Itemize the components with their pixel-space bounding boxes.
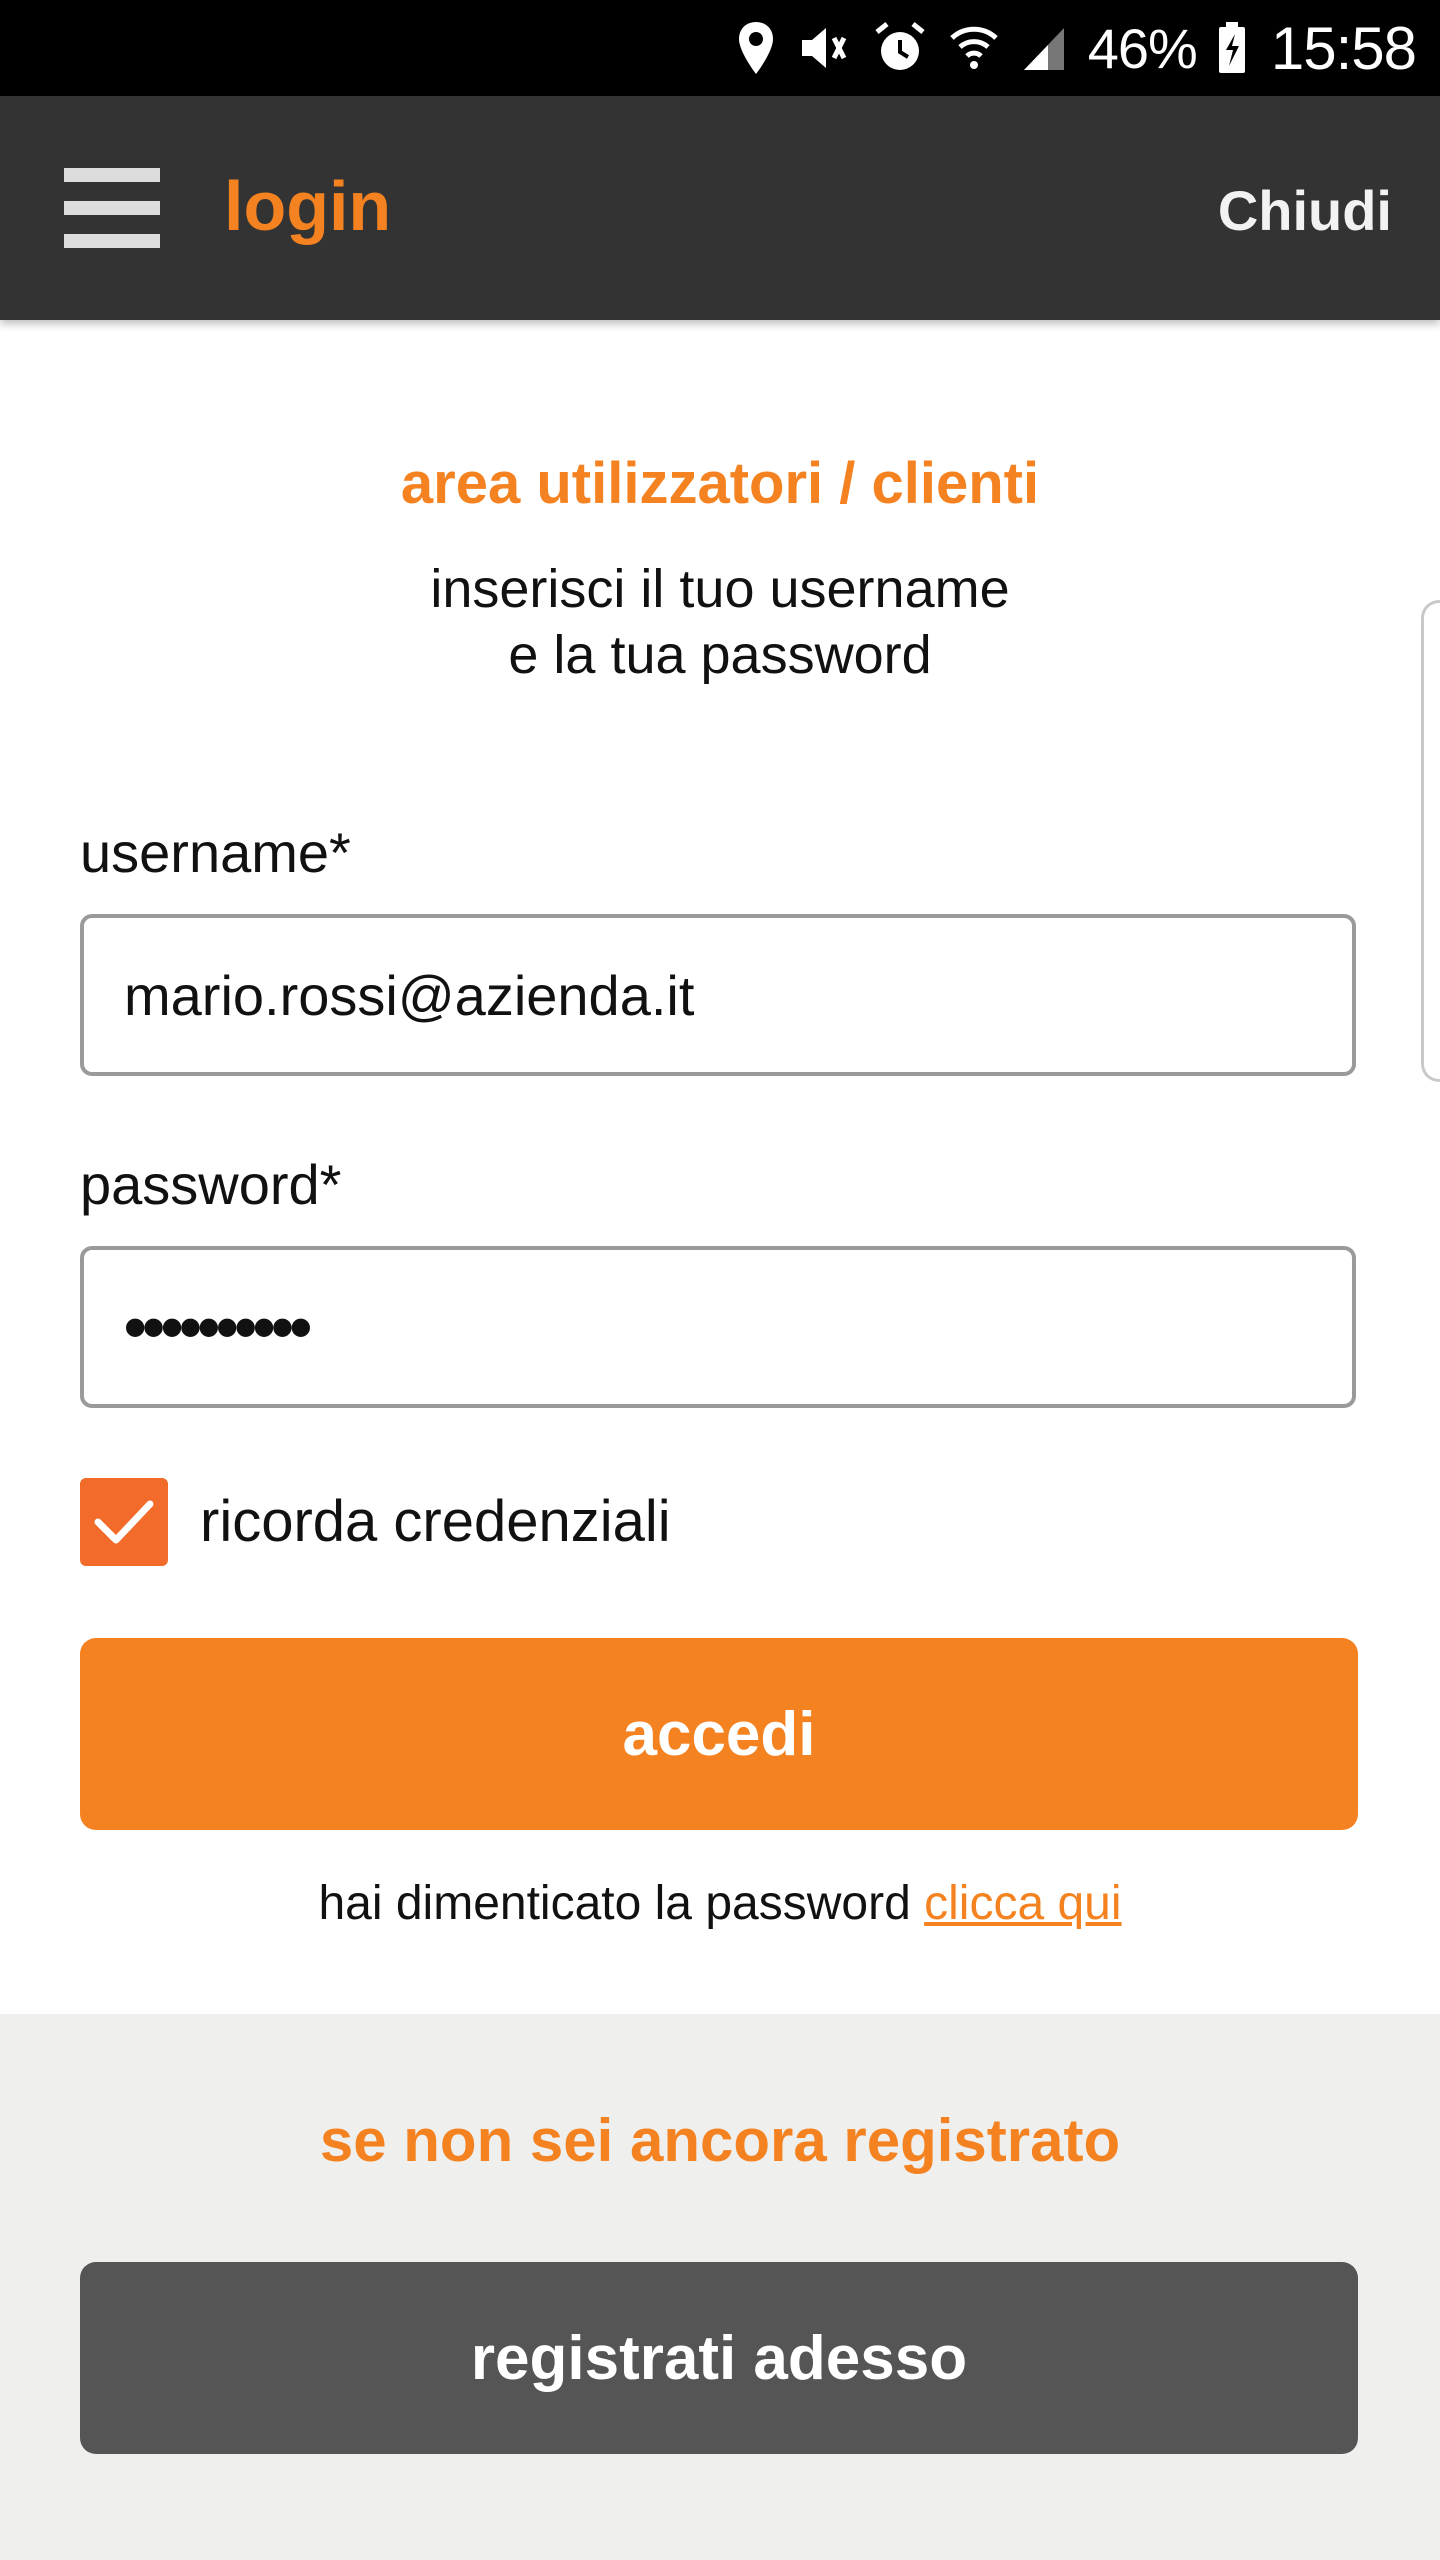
register-section: se non sei ancora registrato registrati … (0, 2014, 1440, 2560)
location-icon (736, 20, 776, 76)
username-label: username* (80, 821, 351, 884)
username-input[interactable]: mario.rossi@azienda.it (80, 914, 1356, 1076)
page-title: login (224, 167, 392, 245)
wifi-icon (948, 20, 1000, 76)
instructions-line-2: e la tua password (508, 625, 932, 685)
forgot-password-link[interactable]: clicca qui (924, 1877, 1121, 1930)
remember-label[interactable]: ricorda credenziali (200, 1488, 671, 1555)
checkmark-icon (94, 1500, 154, 1544)
register-button-label: registrati adesso (470, 2323, 968, 2393)
status-icons: 46% 15:58 (736, 0, 1417, 96)
instructions-line-1: inserisci il tuo username (430, 559, 1010, 619)
password-value: •••••••••• (124, 1291, 312, 1363)
username-value: mario.rossi@azienda.it (124, 963, 695, 1027)
alarm-icon (872, 20, 928, 76)
password-label: password* (80, 1153, 342, 1216)
app-bar: login Chiudi (0, 96, 1440, 320)
login-button[interactable]: accedi (80, 1638, 1358, 1830)
signal-icon (1020, 20, 1068, 76)
forgot-password-text: hai dimenticato la password (318, 1877, 911, 1930)
edge-panel-handle[interactable] (1421, 600, 1440, 1082)
battery-percentage: 46% (1087, 16, 1198, 80)
login-instructions: inserisci il tuo username e la tua passw… (0, 556, 1440, 688)
close-button[interactable]: Chiudi (1218, 178, 1392, 243)
login-button-label: accedi (622, 1699, 816, 1769)
password-input[interactable]: •••••••••• (80, 1246, 1356, 1408)
login-section-title: area utilizzatori / clienti (400, 451, 1040, 516)
register-button[interactable]: registrati adesso (80, 2262, 1358, 2454)
vibrate-icon (796, 20, 852, 76)
register-title: se non sei ancora registrato (319, 2107, 1121, 2174)
remember-checkbox[interactable] (80, 1478, 168, 1566)
forgot-password: hai dimenticato la password clicca qui (0, 1876, 1440, 1931)
status-bar: 46% 15:58 (0, 0, 1440, 96)
battery-charging-icon (1217, 20, 1247, 76)
hamburger-menu-icon[interactable] (64, 168, 160, 248)
clock: 15:58 (1270, 14, 1417, 82)
